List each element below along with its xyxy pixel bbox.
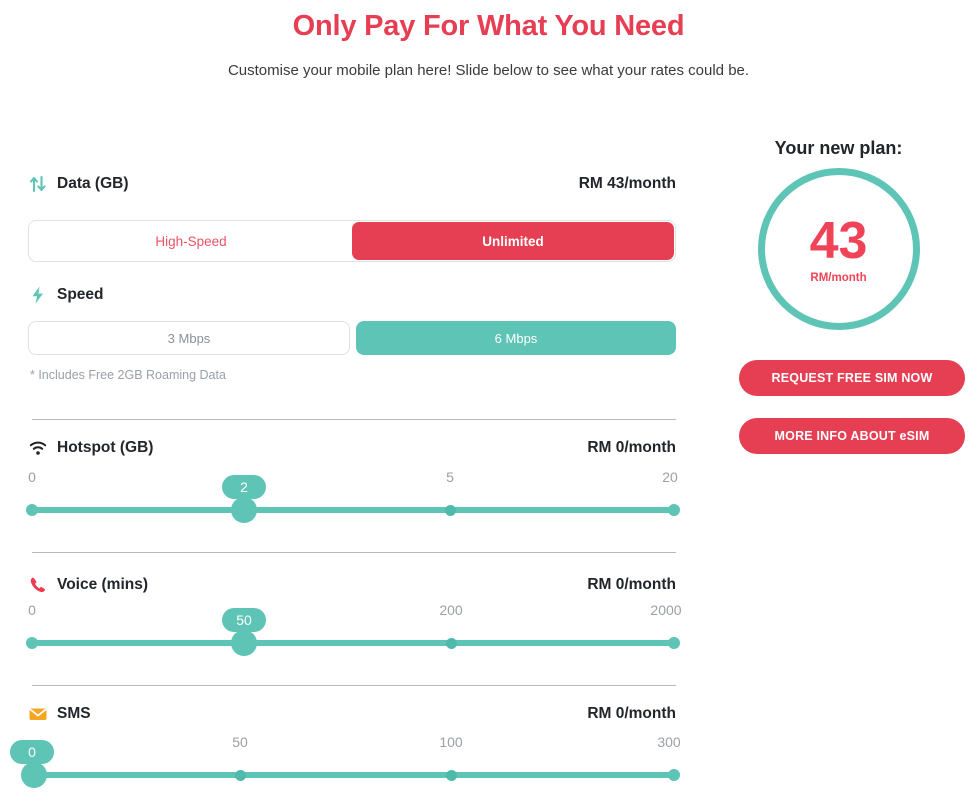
phone-icon [28,575,48,595]
envelope-icon [28,704,48,724]
hotspot-value-bubble: 2 [222,475,266,499]
data-toggle-group: High-Speed Unlimited [28,220,676,262]
voice-price: RM 0/month [587,576,676,593]
voice-tick-2: 2000 [650,602,682,618]
speed-option-3mbps[interactable]: 3 Mbps [28,321,350,355]
divider-3 [32,685,676,686]
roaming-note: * Includes Free 2GB Roaming Data [30,368,226,382]
sms-price: RM 0/month [587,705,676,722]
divider-1 [32,419,676,420]
voice-tick-dot-1 [445,637,457,649]
plan-summary-title: Your new plan: [774,138,903,158]
speed-section-header: Speed [28,285,676,305]
data-section-header: Data (GB) RM 43/month [28,174,676,194]
more-info-esim-button[interactable]: MORE INFO ABOUT eSIM [739,418,965,454]
hotspot-price: RM 0/month [587,439,676,456]
data-transfer-icon [28,174,48,194]
hotspot-section-header: Hotspot (GB) RM 0/month [28,438,676,458]
lightning-bolt-icon [28,285,48,305]
hotspot-tick-0: 0 [28,469,36,485]
plan-price-circle: 43 RM/month [757,168,920,330]
hotspot-slider-track[interactable] [32,507,674,513]
speed-toggle-group: 3 Mbps 6 Mbps [28,321,676,355]
sms-tick-0: 50 [232,734,248,750]
sms-tick-1: 100 [439,734,463,750]
hotspot-tick-2: 20 [662,469,678,485]
request-free-sim-button[interactable]: REQUEST FREE SIM NOW [739,360,965,396]
voice-slider-track[interactable] [32,640,674,646]
voice-track-end-cap [668,637,680,649]
speed-section-label: Speed [57,286,104,303]
voice-track-start-cap [26,637,38,649]
voice-section-label: Voice (mins) [57,576,149,593]
sms-tick-2: 300 [657,734,681,750]
data-option-high-speed[interactable]: High-Speed [30,222,352,260]
data-section-label: Data (GB) [57,175,129,192]
sms-slider-track[interactable] [32,772,674,778]
page-title: Only Pay For What You Need [292,10,685,42]
sms-section-header: SMS RM 0/month [28,704,676,724]
plan-price-amount: 43 [809,211,868,270]
plan-summary-panel: Your new plan: 43 RM/month REQUEST FREE … [700,130,977,811]
data-label-group: Data (GB) [28,174,128,194]
data-price: RM 43/month [578,175,676,192]
plan-options-column: Data (GB) RM 43/month High-Speed Unlimit… [0,130,700,811]
sms-section-label: SMS [57,705,91,722]
speed-label-group: Speed [28,285,104,305]
sms-track-end-cap [668,769,680,781]
sms-tick-dot-0 [234,769,246,781]
sms-label-group: SMS [28,704,91,724]
voice-slider-handle[interactable] [231,630,257,656]
sms-slider[interactable]: 50 100 300 0 [0,734,700,794]
voice-value-bubble: 50 [222,608,266,632]
hotspot-tick-dot-1 [444,504,456,516]
wifi-icon [28,438,48,458]
page-subtitle: Customise your mobile plan here! Slide b… [227,62,750,79]
data-option-unlimited[interactable]: Unlimited [352,222,674,260]
hotspot-track-start-cap [26,504,38,516]
hotspot-label-group: Hotspot (GB) [28,438,153,458]
voice-tick-1: 200 [439,602,463,618]
voice-slider[interactable]: 0 200 2000 50 [0,602,700,662]
sms-tick-dot-1 [445,769,457,781]
divider-2 [32,552,676,553]
voice-tick-0: 0 [28,602,36,618]
plan-price-unit: RM/month [810,271,867,284]
hotspot-section-label: Hotspot (GB) [57,439,154,456]
speed-option-6mbps[interactable]: 6 Mbps [356,321,676,355]
voice-section-header: Voice (mins) RM 0/month [28,575,676,595]
sms-value-bubble: 0 [10,740,54,764]
pricing-configurator-page: Only Pay For What You Need Customise you… [0,0,977,811]
hotspot-tick-1: 5 [446,469,454,485]
voice-label-group: Voice (mins) [28,575,148,595]
hotspot-track-end-cap [668,504,680,516]
hotspot-slider[interactable]: 0 5 20 2 [0,469,700,529]
hotspot-slider-handle[interactable] [231,497,257,523]
sms-slider-handle[interactable] [21,762,47,788]
